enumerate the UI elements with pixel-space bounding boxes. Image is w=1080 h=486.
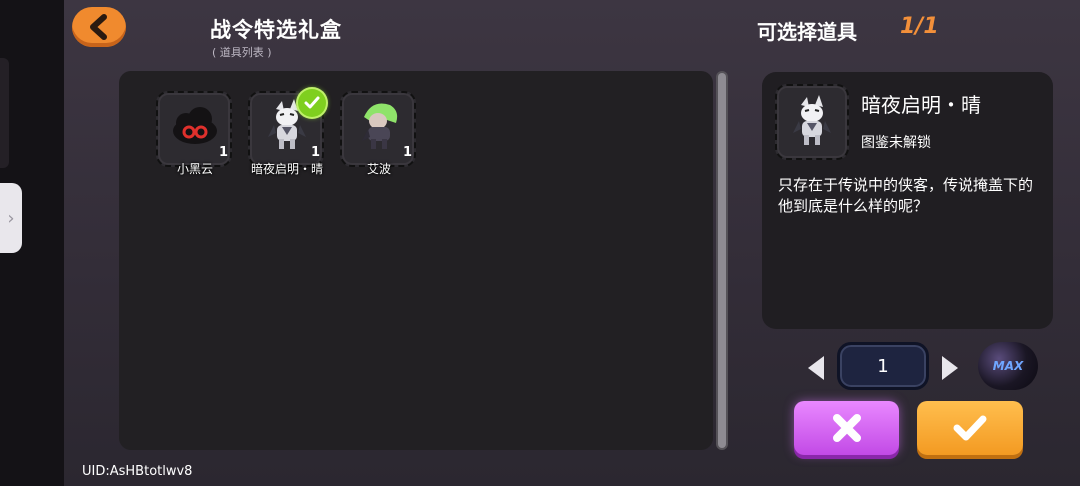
chevron-left-icon — [90, 14, 107, 40]
decrease-quantity-button[interactable] — [808, 356, 824, 380]
quantity-field[interactable]: 1 — [837, 342, 929, 390]
scrollbar-thumb[interactable] — [718, 73, 726, 448]
detail-item-name: 暗夜启明・晴 — [861, 93, 981, 117]
user-uid: UID:AsHBtotlwv8 — [82, 464, 193, 479]
check-icon — [953, 415, 987, 441]
selectable-label: 可选择道具 — [757, 20, 857, 44]
item-list-scrollbar[interactable] — [716, 71, 728, 450]
page-title: 战令特选礼盒 — [210, 18, 342, 42]
page-subtitle: ( 道具列表 ) — [212, 46, 272, 59]
item-qty: 1 — [218, 145, 228, 160]
detail-item-status: 图鉴未解锁 — [861, 135, 931, 151]
back-button[interactable] — [72, 7, 126, 47]
item-slot-anye-qiming-qing[interactable]: 1 暗夜启明・晴 — [248, 89, 326, 176]
selectable-count: 1/1 — [900, 14, 939, 39]
confirm-button[interactable] — [917, 401, 1023, 455]
item-qty: 1 — [402, 145, 412, 160]
item-slot-xiaoheiyun[interactable]: 1 小黑云 — [156, 91, 234, 176]
close-icon — [832, 414, 861, 442]
side-drawer-handle[interactable]: › — [0, 183, 22, 253]
max-quantity-button[interactable]: MAX — [978, 342, 1038, 390]
check-icon — [304, 96, 320, 109]
item-qty: 1 — [310, 145, 320, 160]
cancel-button[interactable] — [794, 401, 899, 455]
item-name: 暗夜启明・晴 — [250, 162, 323, 176]
black-cloud-icon — [173, 107, 217, 144]
increase-quantity-button[interactable] — [942, 356, 958, 380]
detail-item-description: 只存在于传说中的侠客，传说掩盖下的他到底是什么样的呢？ — [778, 176, 1034, 215]
item-name: 小黑云 — [176, 162, 213, 176]
item-slot-aibo[interactable]: 1 艾波 — [340, 91, 418, 176]
edge-tab — [0, 58, 9, 168]
detail-item-thumbnail — [775, 84, 849, 160]
item-name: 艾波 — [366, 162, 391, 176]
white-horse-character-icon — [793, 95, 831, 145]
green-hair-character-icon — [362, 103, 398, 149]
selected-check-badge — [298, 89, 326, 117]
chevron-right-icon: › — [7, 207, 15, 229]
